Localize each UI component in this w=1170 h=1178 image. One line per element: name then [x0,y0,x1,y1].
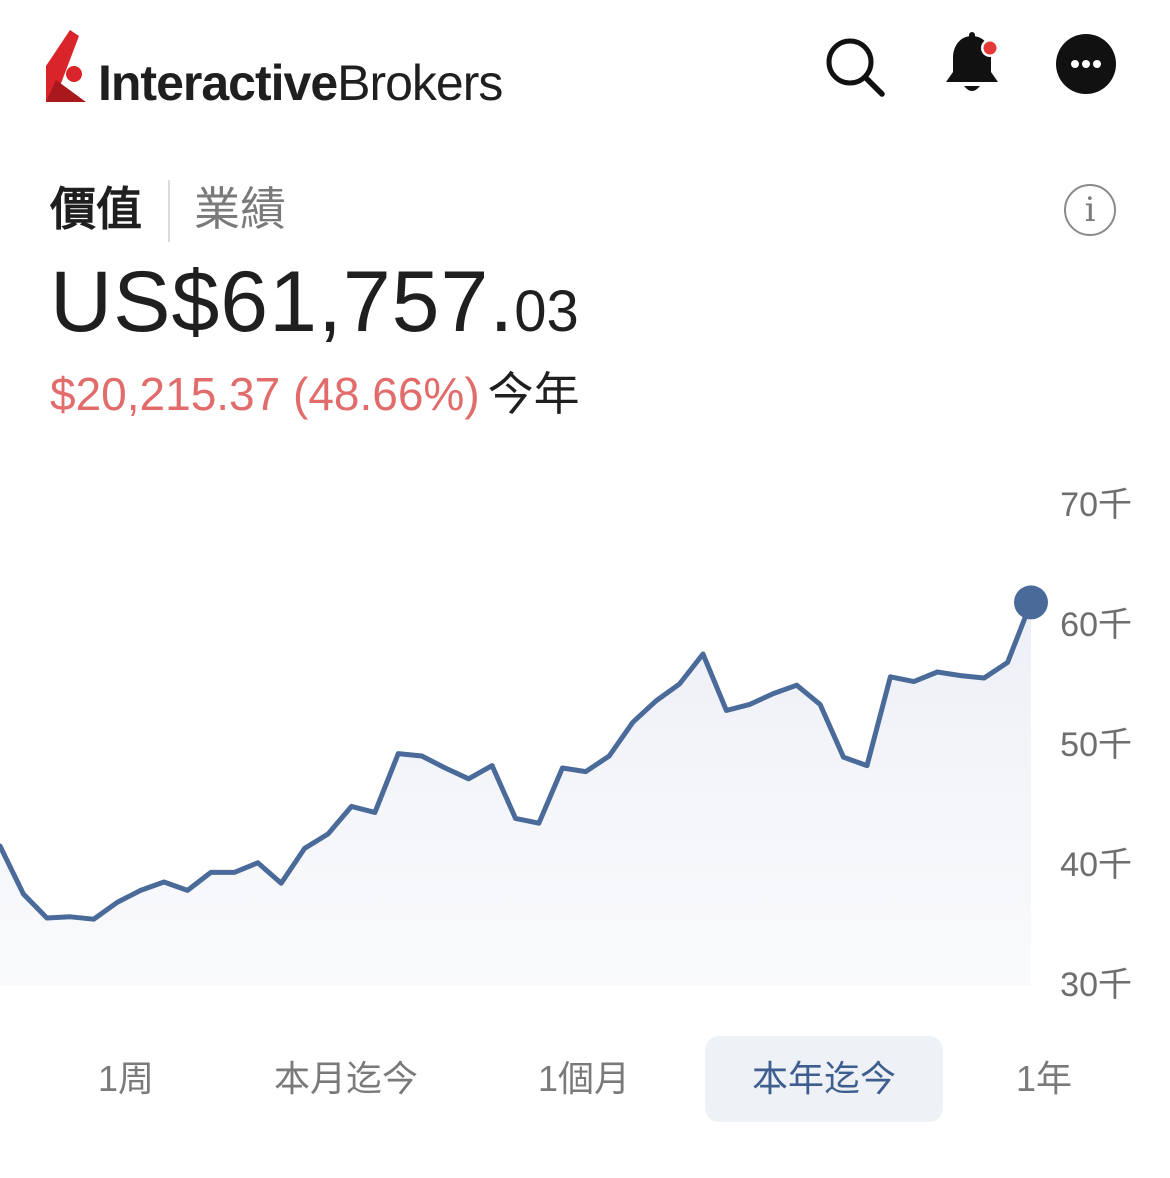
chart-point [935,670,939,674]
chart-point [373,810,377,814]
tab-performance[interactable]: 業績 [194,180,286,238]
change-period: 今年 [487,368,580,420]
chart-point [654,699,658,703]
chart-point [631,720,635,724]
chart-point [349,804,353,808]
range-option-mtd[interactable]: 本月迄今 [246,1036,446,1122]
ib-logo-icon [46,30,86,104]
change-amount: $20,215.37 (48.66%) [50,368,480,420]
portfolio-value: US$61,757.03 [50,252,579,362]
chart-point [1006,660,1010,664]
chart-point [115,900,119,904]
chart-point [888,675,892,679]
chart-point [467,777,471,781]
chart-point [303,846,307,850]
bell-icon [946,32,999,91]
chart-point [279,881,283,885]
chart-point [443,766,447,770]
chart-point [678,682,682,686]
chart-svg: 70千 60千 50千 40千 30千 [0,486,1132,1004]
chart-last-value-marker [1014,585,1048,620]
chart-point [490,764,494,768]
chart-point [701,652,705,656]
chart-area-fill [0,602,1031,986]
range-option-1m[interactable]: 1個月 [494,1036,674,1122]
chart-point [21,892,25,896]
info-icon[interactable]: i [1064,184,1116,236]
chart-point [771,692,775,696]
chart-point [795,683,799,687]
chart-point [92,917,96,921]
range-option-1w[interactable]: 1周 [51,1036,201,1122]
y-tick-label: 40千 [1060,846,1132,884]
chart-point [420,754,424,758]
search-icon [826,38,885,97]
chart-point [209,870,213,874]
chart-point [842,755,846,759]
range-option-ytd[interactable]: 本年迄今 [705,1036,943,1122]
chart-point [139,888,143,892]
chart-point [185,888,189,892]
chart-point [724,708,728,712]
chart-point [865,764,869,768]
chart-point [256,861,260,865]
search-button[interactable] [822,34,886,98]
portfolio-value-main: US$61,757. [50,254,515,350]
y-tick-label: 60千 [1060,606,1132,644]
chart-point [162,880,166,884]
range-selector: 1周 本月迄今 1個月 本年迄今 1年 [0,1036,1170,1124]
chart-point [912,680,916,684]
tab-value[interactable]: 價值 [50,180,142,238]
chart-point [607,754,611,758]
portfolio-change: $20,215.37 (48.66%) 今年 [50,364,580,424]
more-icon [1071,60,1101,68]
chart-point [514,816,518,820]
range-option-1y[interactable]: 1年 [984,1036,1104,1122]
chart-point [396,752,400,756]
chart-point [45,916,49,920]
portfolio-value-cents: 03 [514,279,579,344]
notifications-button[interactable] [940,30,1004,98]
chart-point [232,870,236,874]
chart-point [326,832,330,836]
portfolio-chart[interactable]: 70千 60千 50千 40千 30千 [0,470,1170,1010]
chart-point [68,915,72,919]
brand-name-bold: Interactive [98,55,338,111]
brand-name: InteractiveBrokers [98,52,503,114]
notification-dot [983,41,997,55]
y-tick-label: 30千 [1060,966,1132,1004]
y-tick-label: 70千 [1060,486,1132,524]
chart-point [818,702,822,706]
y-tick-label: 50千 [1060,726,1132,764]
more-button[interactable] [1056,34,1116,94]
chart-point [748,702,752,706]
chart-point [584,770,588,774]
chart-point [537,821,541,825]
brand-name-regular: Brokers [337,55,503,111]
chart-point [982,676,986,680]
chart-point [560,766,564,770]
chart-point [959,674,963,678]
tab-divider [168,180,170,242]
